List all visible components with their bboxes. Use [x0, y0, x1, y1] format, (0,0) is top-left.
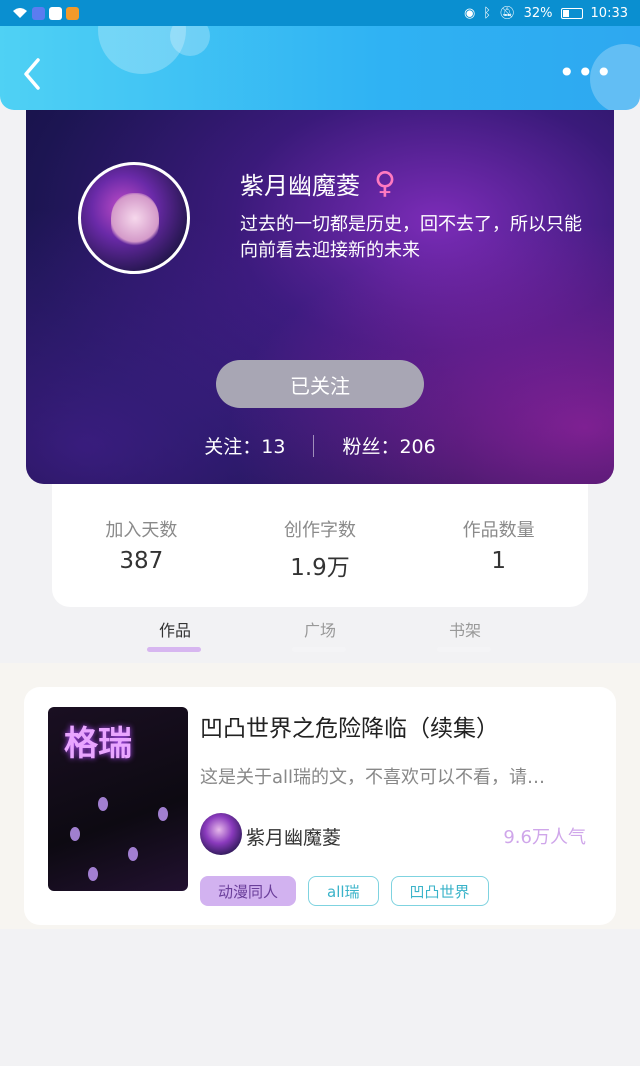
- stat-word-count: 创作字数 1.9万: [231, 516, 410, 607]
- stat-value: 1: [491, 548, 506, 574]
- petal-decoration: [158, 807, 168, 821]
- tab-label: 书架: [448, 621, 481, 640]
- popularity-count: 9.6万人气: [503, 827, 586, 848]
- clock: 10:33: [590, 5, 628, 21]
- author-avatar[interactable]: [200, 813, 242, 855]
- app-notification-icon: [66, 6, 79, 20]
- back-button[interactable]: [18, 56, 48, 92]
- app-notification-icon: [32, 6, 45, 20]
- tab-indicator: [291, 647, 346, 652]
- following-label: 关注：: [204, 436, 262, 458]
- tab-works[interactable]: 作品: [103, 607, 248, 663]
- profile-card: 紫月幽魔菱 ♀ 过去的一切都是历史，回不去了，所以只能向前看去迎接新的未来 已关…: [26, 108, 614, 484]
- stat-value: 387: [119, 548, 164, 574]
- tab-label: 作品: [158, 621, 191, 640]
- eye-icon: ◉: [463, 5, 476, 21]
- status-left-icons: [12, 6, 79, 20]
- tab-bar: 作品 广场 书架: [0, 607, 640, 663]
- stats-card: 加入天数 387 创作字数 1.9万 作品数量 1: [52, 470, 588, 607]
- petal-decoration: [88, 867, 98, 881]
- tab-indicator: [146, 647, 201, 652]
- tab-bookshelf[interactable]: 书架: [393, 607, 538, 663]
- follow-button[interactable]: 已关注: [216, 360, 424, 408]
- top-header: •••: [0, 26, 640, 110]
- avatar[interactable]: [78, 162, 190, 274]
- stat-join-days: 加入天数 387: [52, 516, 231, 607]
- chevron-left-icon: [24, 58, 40, 90]
- wifi-icon: [13, 8, 27, 18]
- mute-icon: 🔕︎: [499, 5, 516, 21]
- profile-name-row: 紫月幽魔菱 ♀: [240, 166, 396, 201]
- divider: [313, 434, 315, 457]
- stat-work-count: 作品数量 1: [409, 516, 588, 607]
- work-card[interactable]: 格瑞 凹凸世界之危险降临（续集） 这是关于all瑞的文，不喜欢可以不看，请… 紫…: [24, 687, 616, 925]
- stat-value: 1.9万: [290, 555, 350, 581]
- female-icon: ♀: [374, 165, 396, 201]
- following-stat[interactable]: 关注：13: [204, 432, 285, 459]
- avatar-image: [111, 193, 159, 249]
- tag-chip[interactable]: all瑞: [308, 876, 379, 906]
- tab-square[interactable]: 广场: [248, 607, 393, 663]
- work-description: 这是关于all瑞的文，不喜欢可以不看，请…: [200, 767, 546, 788]
- battery-icon: [560, 7, 583, 19]
- fans-label: 粉丝：: [342, 436, 400, 458]
- work-title[interactable]: 凹凸世界之危险降临（续集）: [200, 709, 499, 743]
- profile-bio: 过去的一切都是历史，回不去了，所以只能向前看去迎接新的未来: [240, 214, 582, 261]
- stat-label: 作品数量: [462, 520, 535, 541]
- status-right: ◉ ᛒ 🔕︎ 32% 10:33: [464, 6, 628, 21]
- petal-decoration: [128, 847, 138, 861]
- tag-chip[interactable]: 动漫同人: [200, 876, 297, 906]
- profile-name: 紫月幽魔菱: [240, 172, 360, 200]
- following-count: 13: [261, 436, 286, 458]
- tab-indicator: [436, 647, 491, 652]
- tag-chip[interactable]: 凹凸世界: [390, 876, 489, 906]
- app-notification-icon: [49, 6, 62, 20]
- status-bar: ◉ ᛒ 🔕︎ 32% 10:33: [0, 0, 640, 26]
- tag-list: 动漫同人 all瑞 凹凸世界: [200, 876, 489, 906]
- petal-decoration: [98, 797, 108, 811]
- more-options-button[interactable]: •••: [558, 59, 614, 87]
- author-name[interactable]: 紫月幽魔菱: [246, 823, 341, 850]
- book-cover[interactable]: 格瑞: [48, 707, 188, 891]
- fans-stat[interactable]: 粉丝：206: [342, 432, 435, 459]
- fans-count: 206: [399, 436, 436, 458]
- battery-percent: 32%: [523, 5, 553, 21]
- stat-label: 创作字数: [284, 520, 356, 541]
- works-list: 格瑞 凹凸世界之危险降临（续集） 这是关于all瑞的文，不喜欢可以不看，请… 紫…: [0, 663, 640, 929]
- petal-decoration: [70, 827, 80, 841]
- cover-title: 格瑞: [64, 724, 132, 764]
- follow-stats: 关注：13 粉丝：206: [26, 432, 614, 459]
- bluetooth-icon: ᛒ: [483, 5, 492, 21]
- tab-label: 广场: [303, 621, 336, 640]
- stat-label: 加入天数: [105, 520, 178, 541]
